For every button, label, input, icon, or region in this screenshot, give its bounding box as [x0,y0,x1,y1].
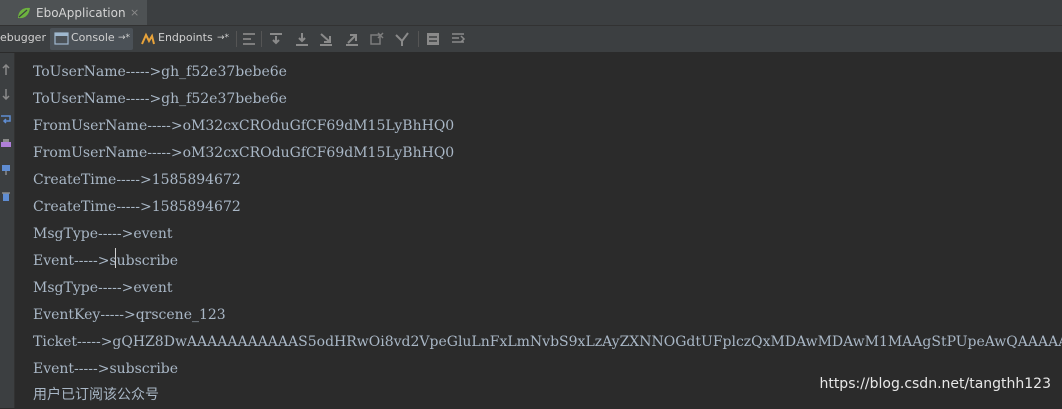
drop-frame-icon[interactable] [369,31,385,47]
endpoints-icon [141,32,155,45]
step-over-icon[interactable] [268,31,284,47]
toolbar-divider [418,31,419,47]
editor-tab-bar: EboApplication × [0,0,1062,26]
console-output[interactable]: ToUserName----->gh_f52e37bebe6e ToUserNa… [15,53,1062,408]
console-line: FromUserName----->oM32cxCROduGfCF69dM15L… [33,145,455,161]
pin-icon[interactable]: →* [217,33,229,43]
console-line: CreateTime----->1585894672 [33,199,241,215]
pin-icon[interactable]: →* [118,33,130,43]
tab-ebo-application[interactable]: EboApplication × [0,0,147,25]
print-icon[interactable] [0,138,12,150]
toolbar-divider [261,31,262,47]
pin-icon[interactable] [0,164,12,176]
arrow-up-icon[interactable] [0,64,12,76]
console-left-toolbar [0,53,15,408]
console-tab-label: Console [71,31,115,44]
console-line: FromUserName----->oM32cxCROduGfCF69dM15L… [33,118,455,134]
arrow-down-icon[interactable] [0,88,12,100]
console-line: 用户已订阅该公众号 [33,387,159,403]
trash-icon[interactable] [0,190,12,202]
run-to-cursor-icon[interactable] [394,31,410,47]
console-line: CreateTime----->1585894672 [33,172,241,188]
run-toolbar: ebugger Console →* Endpoints →* [0,26,1062,53]
console-line: ToUserName----->gh_f52e37bebe6e [33,64,287,80]
console-line: Event----->subscribe [33,253,179,269]
console-line: Ticket----->gQHZ8DwAAAAAAAAAAAS5odHRwOi8… [33,334,1062,350]
trace-icon[interactable] [450,31,466,47]
console-line: MsgType----->event [33,280,173,296]
soft-wrap-icon[interactable] [0,114,12,126]
spring-leaf-icon [18,7,30,18]
watermark: https://blog.csdn.net/tangthh123 [819,376,1051,392]
text-cursor [115,248,116,268]
console-line: Event----->subscribe [33,361,179,377]
force-step-into-icon[interactable] [318,31,334,47]
evaluate-expression-icon[interactable] [425,31,441,47]
console-line: EventKey----->qrscene_123 [33,307,226,323]
toolbar-divider [236,31,237,47]
step-into-icon[interactable] [294,31,310,47]
tab-label: EboApplication [36,5,126,20]
tab-endpoints[interactable]: Endpoints [158,31,213,44]
step-out-icon[interactable] [344,31,360,47]
debugger-tab[interactable]: ebugger [0,31,46,44]
console-line: MsgType----->event [33,226,173,242]
close-icon[interactable]: × [130,6,139,19]
console-line: ToUserName----->gh_f52e37bebe6e [33,91,287,107]
show-execution-point-icon[interactable] [241,31,257,47]
console-icon [54,32,69,45]
